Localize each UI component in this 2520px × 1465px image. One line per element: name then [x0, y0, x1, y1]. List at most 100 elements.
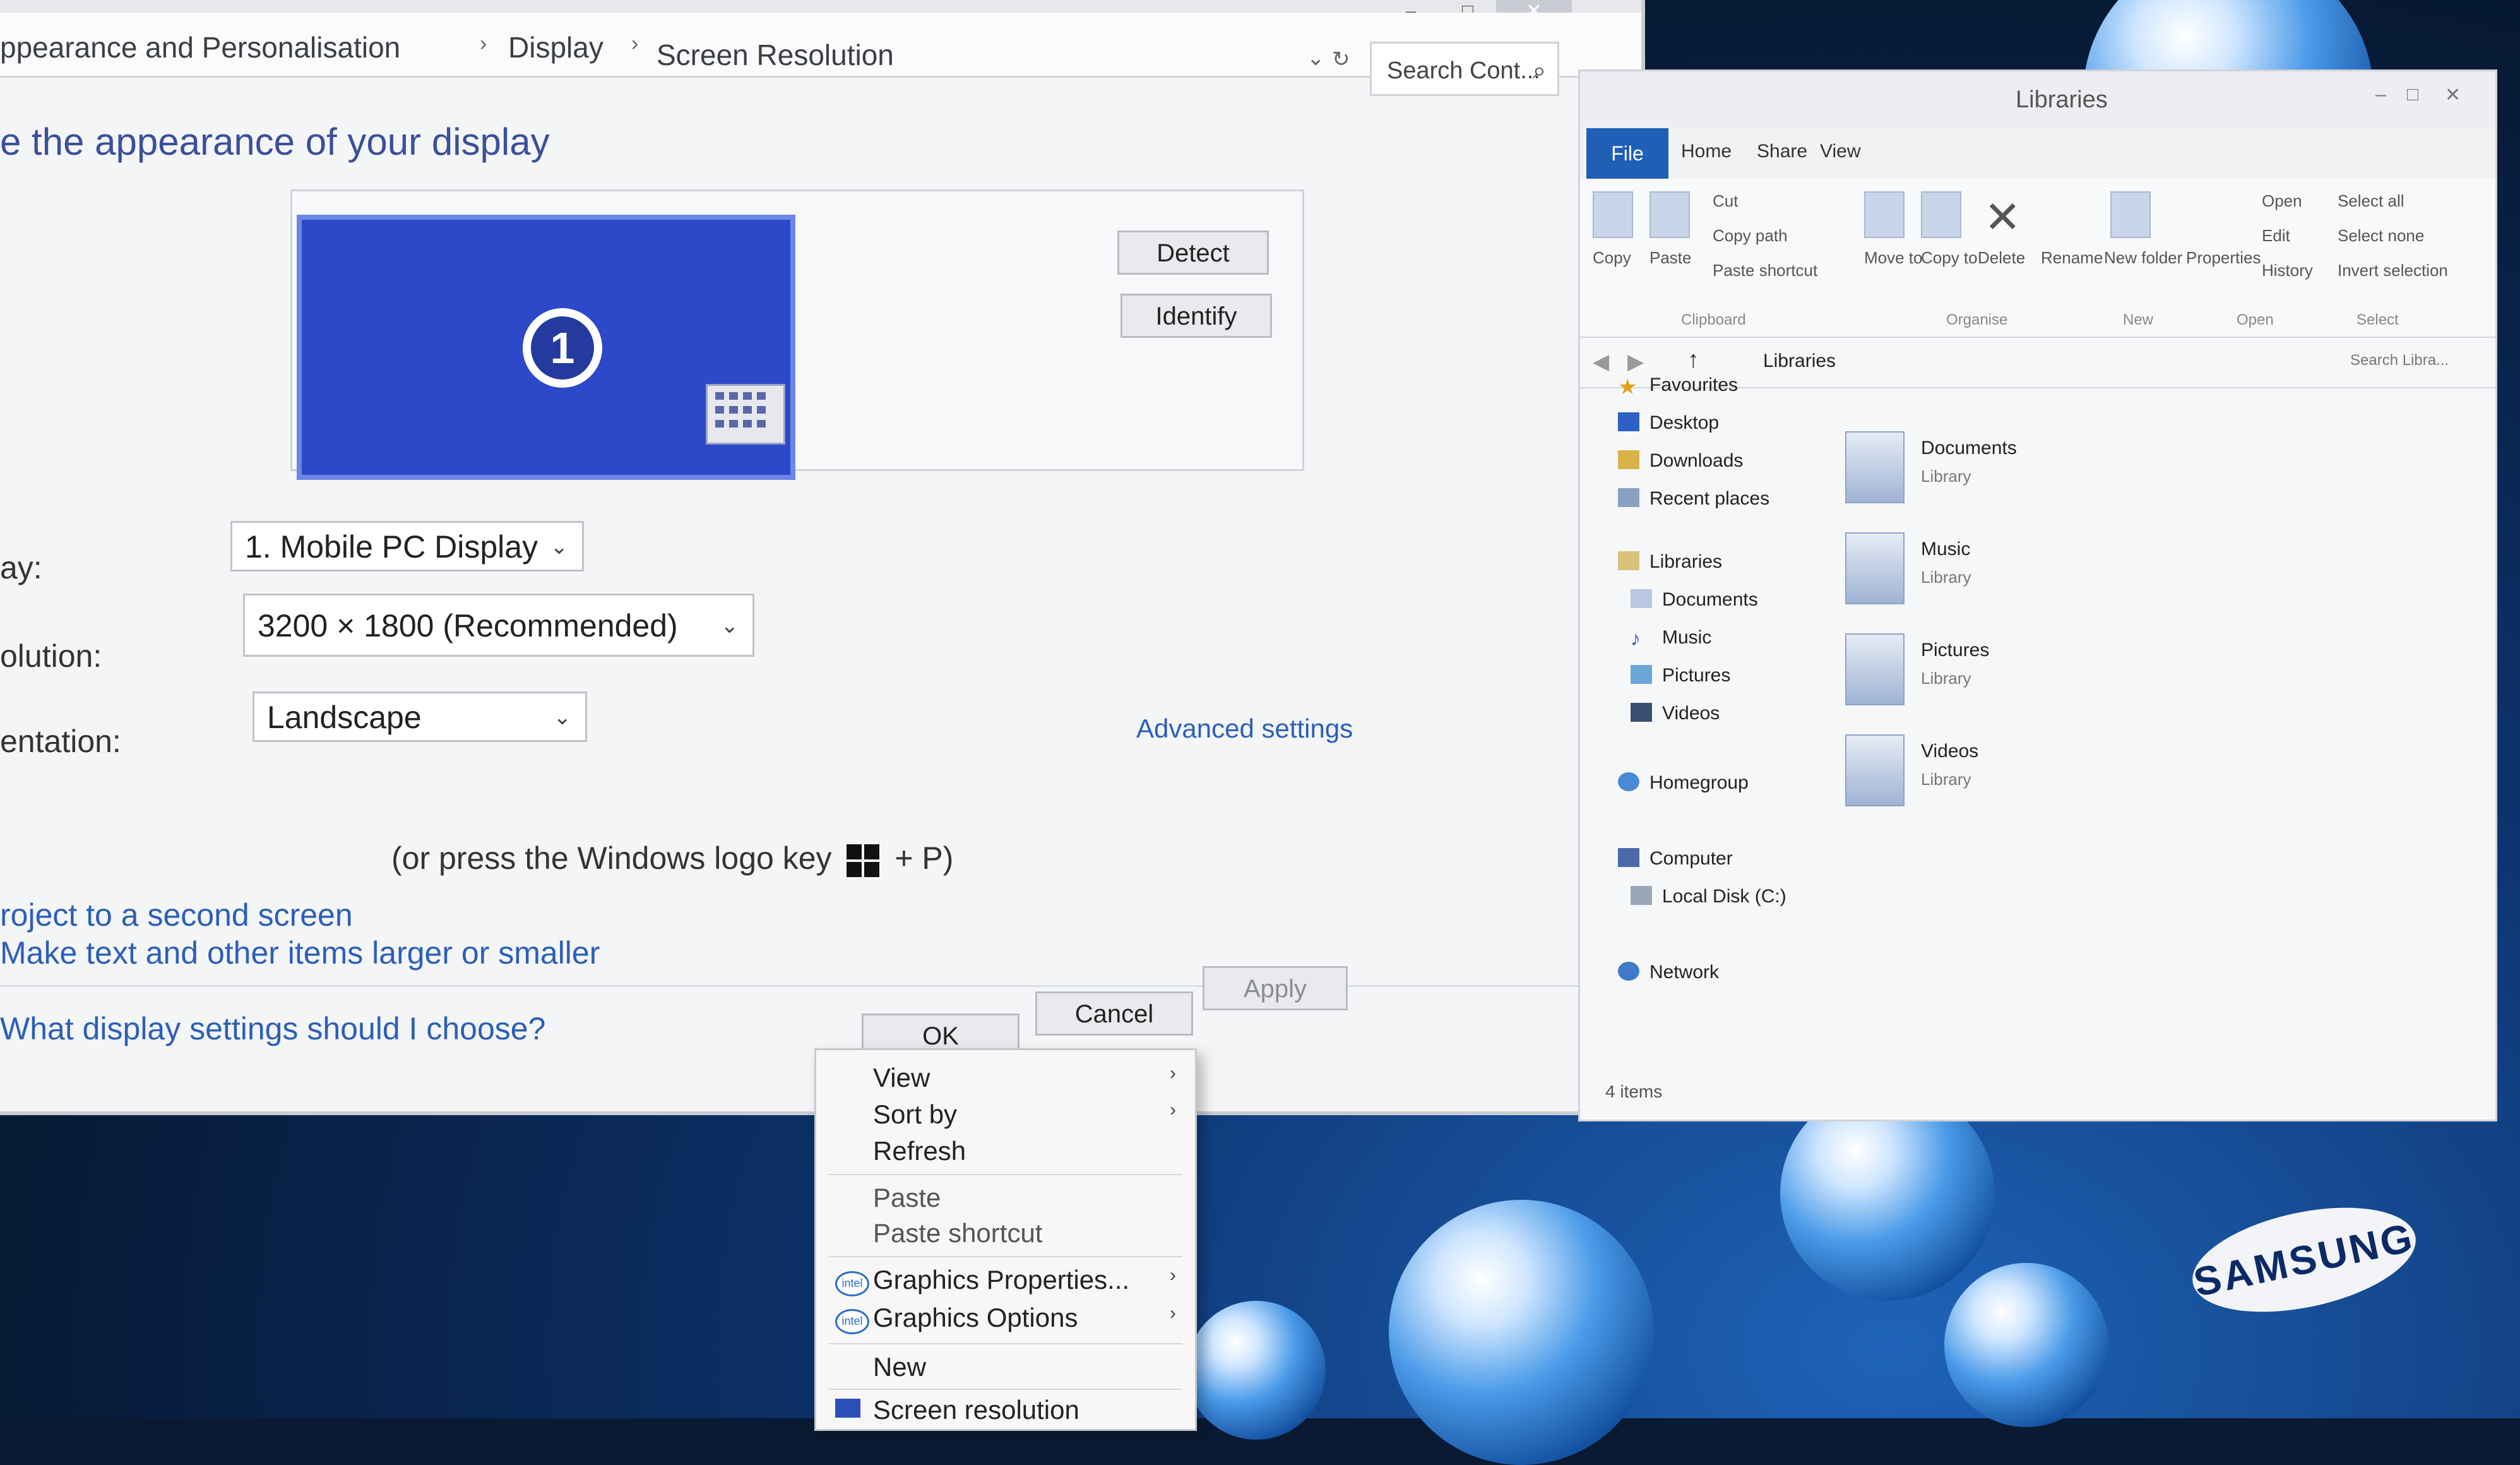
copy-to-button[interactable]: Copy to — [1921, 248, 1978, 268]
ctx-paste-shortcut[interactable]: Paste shortcut — [873, 1218, 1042, 1248]
library-search-input[interactable]: Search Libra... — [2350, 352, 2449, 369]
libraries-window: Libraries – □ ✕ File Home Share View Cop… — [1578, 69, 2497, 1121]
maximize-button[interactable]: □ — [2407, 84, 2418, 105]
ctx-graphics-options[interactable]: Graphics Options — [873, 1303, 1078, 1333]
cancel-button[interactable]: Cancel — [1035, 991, 1193, 1036]
tab-view[interactable]: View — [1820, 141, 1860, 162]
tab-file[interactable]: File — [1586, 128, 1668, 179]
nav-computer[interactable]: Computer — [1649, 848, 1733, 870]
nav-pictures[interactable]: Pictures — [1662, 665, 1730, 686]
videos-icon — [1631, 703, 1652, 722]
nav-recent-places[interactable]: Recent places — [1649, 488, 1769, 510]
breadcrumb-screen-resolution[interactable]: Screen Resolution — [657, 38, 894, 72]
nav-downloads[interactable]: Downloads — [1649, 450, 1743, 472]
chevron-right-icon: › — [1170, 1265, 1176, 1286]
delete-button[interactable]: Delete — [1978, 248, 2025, 268]
resolution-select[interactable]: 3200 × 1800 (Recommended) ⌄ — [243, 594, 754, 657]
rename-button[interactable]: Rename — [2041, 248, 2103, 268]
minimize-button[interactable]: – — [2375, 84, 2386, 105]
star-icon: ★ — [1618, 375, 1637, 399]
breadcrumb-appearance[interactable]: ppearance and Personalisation — [0, 30, 400, 64]
nav-music[interactable]: Music — [1662, 627, 1711, 649]
tab-share[interactable]: Share — [1757, 141, 1807, 162]
select-none-button[interactable]: Select none — [2338, 226, 2424, 246]
nav-desktop[interactable]: Desktop — [1649, 412, 1719, 434]
copy-button[interactable]: Copy — [1593, 248, 1631, 268]
select-all-button[interactable]: Select all — [2338, 191, 2404, 211]
recent-icon — [1618, 488, 1639, 507]
videos-icon — [1845, 734, 1905, 806]
ribbon: Copy Paste Cut Copy path Paste shortcut … — [1580, 179, 2495, 338]
downloads-icon — [1618, 450, 1639, 469]
identify-button[interactable]: Identify — [1120, 294, 1272, 338]
new-folder-icon[interactable] — [2110, 191, 2151, 238]
project-shortcut-text: (or press the Windows logo key + P) — [391, 840, 954, 877]
paste-button[interactable]: Paste — [1649, 248, 1692, 268]
breadcrumb-display[interactable]: Display — [508, 30, 603, 64]
move-to-button[interactable]: Move to — [1864, 248, 1923, 268]
chevron-right-icon: › — [631, 32, 639, 56]
ctx-sort-by[interactable]: Sort by — [873, 1099, 957, 1130]
nav-videos[interactable]: Videos — [1662, 703, 1720, 724]
ctx-graphics-properties[interactable]: Graphics Properties... — [873, 1265, 1129, 1295]
edit-button[interactable]: Edit — [2262, 226, 2290, 246]
copy-path-button[interactable]: Copy path — [1713, 226, 1788, 246]
pictures-icon — [1845, 633, 1905, 705]
tab-home[interactable]: Home — [1681, 141, 1732, 162]
search-placeholder: Search Cont... — [1387, 57, 1540, 84]
search-icon[interactable]: ⌕ — [1533, 44, 1546, 98]
new-folder-button[interactable]: New folder — [2104, 248, 2182, 268]
paste-shortcut-button[interactable]: Paste shortcut — [1713, 261, 1817, 280]
orientation-select[interactable]: Landscape ⌄ — [253, 691, 587, 742]
refresh-icon[interactable]: ↻ — [1332, 47, 1350, 72]
nav-documents[interactable]: Documents — [1662, 589, 1758, 611]
nav-libraries[interactable]: Libraries — [1649, 551, 1722, 573]
menu-separator — [829, 1343, 1182, 1344]
group-organise: Organise — [1946, 311, 2008, 328]
music-icon — [1845, 532, 1905, 604]
group-new: New — [2123, 311, 2154, 328]
screen-resolution-window: – □ ✕ ppearance and Personalisation › Di… — [0, 0, 1645, 1115]
properties-button[interactable]: Properties — [2186, 248, 2261, 268]
delete-icon[interactable]: ✕ — [1984, 191, 2021, 243]
copy-to-icon[interactable] — [1921, 191, 1961, 238]
ctx-paste[interactable]: Paste — [873, 1183, 941, 1213]
display-select[interactable]: 1. Mobile PC Display ⌄ — [230, 521, 584, 571]
project-second-screen-link[interactable]: roject to a second screen — [0, 897, 353, 933]
open-button[interactable]: Open — [2262, 191, 2302, 211]
search-input[interactable]: Search Cont... ⌕ — [1370, 42, 1559, 96]
paste-icon[interactable] — [1649, 191, 1690, 238]
nav-favourites[interactable]: Favourites — [1649, 374, 1738, 396]
window-title: Libraries — [2016, 87, 2108, 113]
nav-local-disk[interactable]: Local Disk (C:) — [1662, 886, 1786, 907]
documents-icon — [1631, 589, 1652, 608]
ctx-refresh[interactable]: Refresh — [873, 1136, 966, 1166]
monitor-1[interactable]: 1 — [297, 215, 795, 480]
history-button[interactable]: History — [2262, 261, 2313, 280]
cut-button[interactable]: Cut — [1713, 191, 1738, 211]
library-type: Library — [1921, 467, 1971, 486]
documents-icon — [1845, 431, 1905, 503]
close-button[interactable]: ✕ — [2445, 84, 2461, 106]
ctx-new[interactable]: New — [873, 1352, 926, 1382]
apply-button[interactable]: Apply — [1203, 966, 1348, 1010]
ctx-view[interactable]: View — [873, 1063, 930, 1093]
disk-icon — [1631, 886, 1652, 905]
orientation-label: entation: — [0, 724, 121, 759]
text-size-link[interactable]: Make text and other items larger or smal… — [0, 935, 600, 971]
nav-network[interactable]: Network — [1649, 962, 1719, 983]
chevron-down-icon: ⌄ — [553, 705, 572, 729]
detect-button[interactable]: Detect — [1117, 230, 1269, 275]
library-name: Music — [1921, 539, 1971, 559]
invert-selection-button[interactable]: Invert selection — [2338, 261, 2448, 280]
menu-separator — [829, 1256, 1182, 1257]
display-icon — [835, 1399, 860, 1418]
move-to-icon[interactable] — [1864, 191, 1905, 238]
display-settings-help-link[interactable]: What display settings should I choose? — [0, 1010, 545, 1047]
nav-homegroup[interactable]: Homegroup — [1649, 772, 1749, 794]
advanced-settings-link[interactable]: Advanced settings — [1136, 714, 1353, 744]
library-type: Library — [1921, 568, 1971, 587]
copy-icon[interactable] — [1593, 191, 1633, 238]
chevron-down-icon[interactable]: ⌄ — [1307, 45, 1325, 71]
ctx-screen-resolution[interactable]: Screen resolution — [873, 1395, 1079, 1425]
